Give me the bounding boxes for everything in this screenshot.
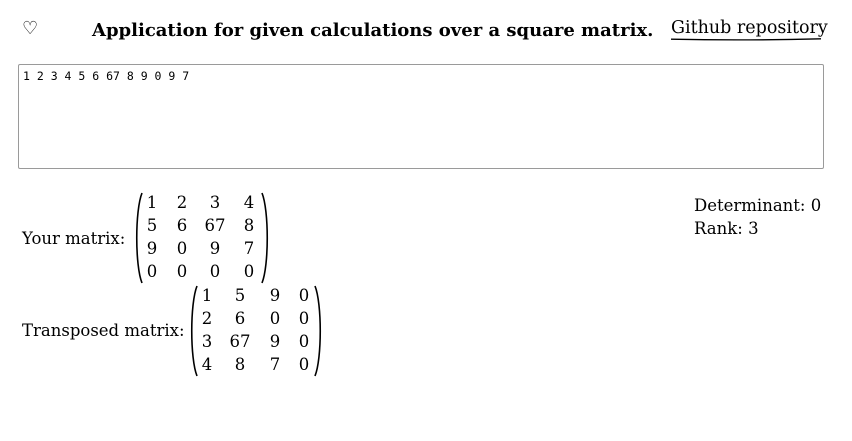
matrix-cell: 9 (209, 239, 221, 258)
matrix-cell: 0 (298, 286, 310, 305)
matrix-cell: 6 (176, 216, 188, 235)
transposed-matrix-label: Transposed matrix: (22, 321, 185, 340)
matrix-cell: 2 (176, 193, 188, 212)
app-header: ♡ Application for given calculations ove… (0, 0, 852, 60)
matrix-cell: 0 (176, 239, 188, 258)
rank-value: Rank: 3 (694, 219, 759, 238)
matrix-cell: 8 (243, 216, 255, 235)
matrix-cell: 67 (229, 332, 251, 351)
matrix-input[interactable]: 1 2 3 4 5 6 67 8 9 0 9 7 (18, 64, 824, 169)
matrix-cell: 3 (209, 193, 221, 212)
link-underline (671, 38, 821, 41)
matrix-cell: 0 (243, 262, 255, 281)
results-panel: Determinant: 0 Rank: 3 (694, 194, 821, 240)
matrix-cell: 0 (176, 262, 188, 281)
your-matrix-label: Your matrix: (22, 229, 126, 248)
page-title: Application for given calculations over … (92, 20, 654, 41)
transposed-matrix: 1 5 9 0 2 6 0 0 3 67 9 0 4 8 7 0 (189, 285, 323, 377)
your-matrix: 1 2 3 4 5 6 67 8 9 0 9 7 0 0 0 0 (134, 192, 270, 284)
matrix-cell: 4 (243, 193, 255, 212)
matrix-cell: 0 (209, 262, 221, 281)
matrix-cell: 9 (269, 332, 281, 351)
determinant-value: Determinant: 0 (694, 196, 822, 215)
matrix-cell: 6 (234, 309, 246, 328)
matrix-cell: 0 (146, 262, 158, 281)
matrix-cell: 0 (269, 309, 281, 328)
matrix-cell: 2 (201, 309, 213, 328)
matrix-cell: 0 (298, 355, 310, 374)
matrix-cell: 7 (269, 355, 281, 374)
matrix-cell: 67 (204, 216, 226, 235)
matrix-cell: 1 (201, 286, 213, 305)
heart-icon[interactable]: ♡ (22, 18, 38, 40)
matrix-cell: 0 (298, 332, 310, 351)
matrix-cell: 4 (201, 355, 213, 374)
github-repository-link[interactable]: Github repository (671, 16, 828, 40)
matrix-cell: 8 (234, 355, 246, 374)
matrix-cell: 0 (298, 309, 310, 328)
matrix-cell: 7 (243, 239, 255, 258)
matrix-cell: 9 (269, 286, 281, 305)
matrix-cell: 9 (146, 239, 158, 258)
matrix-cell: 5 (146, 216, 158, 235)
matrix-cell: 1 (146, 193, 158, 212)
matrix-cell: 3 (201, 332, 213, 351)
matrix-cell: 5 (234, 286, 246, 305)
